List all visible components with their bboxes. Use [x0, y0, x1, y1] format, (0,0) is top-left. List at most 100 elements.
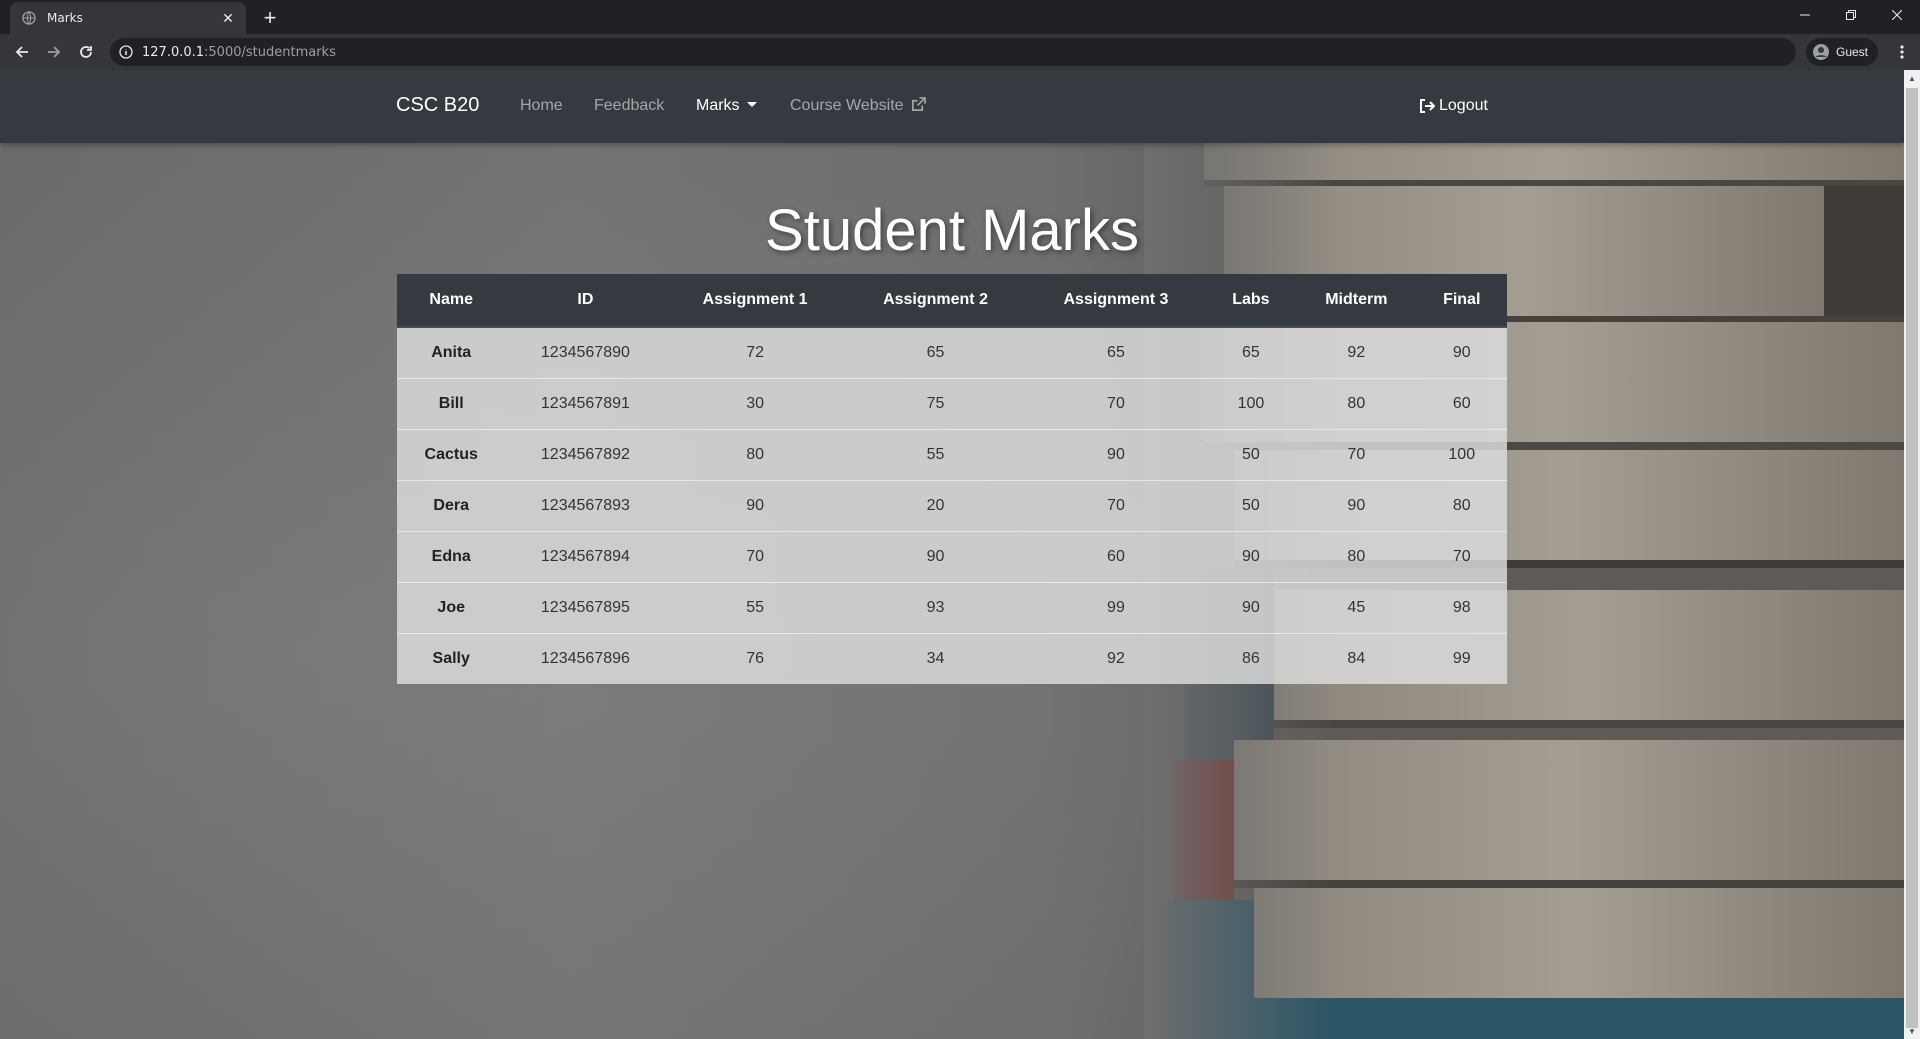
cell-id: 1234567896 [505, 633, 666, 684]
cell-assignment-2: 34 [844, 633, 1027, 684]
cell-assignment-3: 99 [1026, 582, 1206, 634]
cell-name: Edna [397, 531, 506, 583]
cell-midterm: 45 [1296, 582, 1417, 634]
info-icon[interactable] [118, 44, 134, 60]
cell-assignment-2: 55 [844, 429, 1027, 481]
cell-labs: 100 [1205, 378, 1297, 430]
cell-labs: 90 [1205, 582, 1297, 634]
cell-labs: 86 [1205, 633, 1297, 684]
cell-final: 99 [1416, 633, 1507, 684]
cell-assignment-1: 80 [665, 429, 845, 481]
window-controls [1782, 0, 1920, 30]
cell-labs: 50 [1205, 480, 1297, 532]
nav-link-course-website[interactable]: Course Website [790, 97, 926, 115]
cell-assignment-3: 70 [1026, 378, 1206, 430]
cell-assignment-3: 60 [1026, 531, 1206, 583]
cell-name: Anita [397, 326, 506, 379]
cell-assignment-3: 90 [1026, 429, 1206, 481]
cell-id: 1234567891 [505, 378, 666, 430]
table-row: Anita 1234567890 72 65 65 65 92 90 [397, 326, 1507, 379]
cell-midterm: 84 [1296, 633, 1417, 684]
cell-id: 1234567890 [505, 326, 666, 379]
page-viewport: CSC B20 Home Feedback Marks Course Websi… [0, 70, 1904, 1039]
nav-link-feedback[interactable]: Feedback [594, 97, 664, 115]
cell-assignment-1: 70 [665, 531, 845, 583]
table-row: Bill 1234567891 30 75 70 100 80 60 [397, 378, 1507, 430]
page-scrollbar[interactable]: ▲ ▼ [1904, 70, 1920, 1039]
caret-down-icon [746, 102, 757, 107]
cell-assignment-1: 30 [665, 378, 845, 430]
cell-assignment-2: 90 [844, 531, 1027, 583]
browser-window: Marks ✕ + 127.0.0.1:5000/studentmarks Gu… [0, 0, 1920, 1039]
table-row: Dera 1234567893 90 20 70 50 90 80 [397, 480, 1507, 532]
column-header-name: Name [397, 274, 506, 328]
profile-button[interactable]: Guest [1806, 38, 1879, 66]
cell-midterm: 92 [1296, 326, 1417, 379]
close-tab-icon[interactable]: ✕ [220, 10, 236, 26]
cell-id: 1234567892 [505, 429, 666, 481]
browser-tab[interactable]: Marks ✕ [10, 2, 246, 34]
tab-title: Marks [47, 11, 83, 25]
cell-name: Bill [397, 378, 506, 430]
new-tab-button[interactable]: + [256, 4, 284, 32]
cell-assignment-3: 92 [1026, 633, 1206, 684]
cell-final: 70 [1416, 531, 1507, 583]
scroll-up-arrow-icon[interactable]: ▲ [1904, 70, 1920, 86]
cell-assignment-1: 72 [665, 326, 845, 379]
cell-midterm: 80 [1296, 531, 1417, 583]
cell-id: 1234567893 [505, 480, 666, 532]
column-header-id: ID [505, 274, 666, 328]
cell-midterm: 80 [1296, 378, 1417, 430]
cell-assignment-2: 75 [844, 378, 1027, 430]
logout-label: Logout [1439, 97, 1488, 114]
brand-link[interactable]: CSC B20 [396, 94, 479, 117]
table-row: Joe 1234567895 55 93 99 90 45 98 [397, 582, 1507, 634]
column-header-final: Final [1416, 274, 1507, 328]
cell-labs: 50 [1205, 429, 1297, 481]
address-bar[interactable]: 127.0.0.1:5000/studentmarks [110, 38, 1796, 66]
forward-arrow-icon[interactable] [38, 36, 70, 68]
reload-icon[interactable] [70, 36, 102, 68]
table-header: Name ID Assignment 1 Assignment 2 Assign… [397, 274, 1507, 328]
table-row: Edna 1234567894 70 90 60 90 80 70 [397, 531, 1507, 583]
external-link-icon [912, 97, 926, 111]
cell-assignment-1: 90 [665, 480, 845, 532]
cell-final: 100 [1416, 429, 1507, 481]
student-marks-table: Name ID Assignment 1 Assignment 2 Assign… [397, 274, 1507, 684]
scrollbar-thumb[interactable] [1906, 88, 1918, 1028]
browser-toolbar: 127.0.0.1:5000/studentmarks Guest [0, 34, 1920, 70]
table-row: Sally 1234567896 76 34 92 86 84 99 [397, 633, 1507, 684]
scroll-down-arrow-icon[interactable]: ▼ [1904, 1023, 1920, 1039]
cell-midterm: 90 [1296, 480, 1417, 532]
logout-link[interactable]: Logout [1419, 97, 1488, 115]
back-arrow-icon[interactable] [6, 36, 38, 68]
cell-midterm: 70 [1296, 429, 1417, 481]
cell-assignment-1: 76 [665, 633, 845, 684]
column-header-labs: Labs [1205, 274, 1297, 328]
page-title: Student Marks [765, 198, 1139, 263]
minimize-icon[interactable] [1782, 0, 1828, 30]
nav-link-home[interactable]: Home [520, 97, 563, 115]
cell-assignment-2: 93 [844, 582, 1027, 634]
column-header-assignment-2: Assignment 2 [844, 274, 1027, 328]
url-path: :5000/studentmarks [204, 44, 336, 60]
profile-label: Guest [1836, 45, 1869, 59]
cell-assignment-3: 65 [1026, 326, 1206, 379]
cell-final: 60 [1416, 378, 1507, 430]
cell-name: Joe [397, 582, 506, 634]
nav-link-course-website-label: Course Website [790, 97, 904, 114]
url-text: 127.0.0.1:5000/studentmarks [142, 45, 336, 60]
cell-final: 98 [1416, 582, 1507, 634]
nav-dropdown-marks[interactable]: Marks [696, 97, 757, 115]
cell-assignment-2: 65 [844, 326, 1027, 379]
url-host: 127.0.0.1 [142, 44, 205, 60]
table-body: Anita 1234567890 72 65 65 65 92 90 Bill … [397, 326, 1507, 684]
close-window-icon[interactable] [1874, 0, 1920, 30]
cell-name: Dera [397, 480, 506, 532]
cell-name: Sally [397, 633, 506, 684]
more-menu-icon[interactable] [1890, 38, 1914, 66]
cell-assignment-2: 20 [844, 480, 1027, 532]
restore-icon[interactable] [1828, 0, 1874, 30]
site-navbar: CSC B20 Home Feedback Marks Course Websi… [0, 70, 1904, 143]
cell-assignment-3: 70 [1026, 480, 1206, 532]
